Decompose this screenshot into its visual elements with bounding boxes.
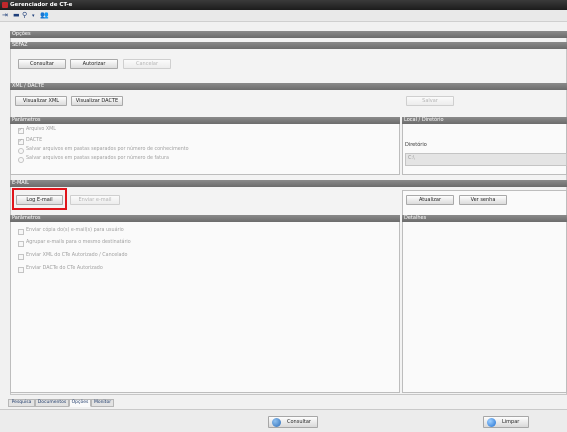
dropdown-arrow-icon[interactable]: ▾ xyxy=(32,13,35,20)
checkbox[interactable] xyxy=(18,138,24,145)
sefaz-autorizar-button[interactable]: Autorizar xyxy=(70,59,118,69)
users-icon[interactable]: 👥 xyxy=(40,12,49,19)
tab-monitor[interactable]: Monitor xyxy=(91,399,114,407)
sefaz-cancelar-button[interactable]: Cancelar xyxy=(123,59,171,69)
radio[interactable] xyxy=(18,148,24,154)
exit-icon[interactable]: ⇥ xyxy=(2,12,8,19)
consultar-icon xyxy=(272,418,281,427)
checkbox[interactable] xyxy=(18,254,24,260)
visualizar-dacte-button[interactable]: Visualizar DACTE xyxy=(71,96,123,106)
option-arquivo-xml[interactable]: Arquivo XML xyxy=(18,127,378,134)
log-email-button[interactable]: Log E-mail xyxy=(16,195,63,205)
app-logo-icon xyxy=(2,2,8,8)
atualizar-button[interactable]: Atualizar xyxy=(406,195,454,205)
option-pastas-conhecimento[interactable]: Salvar arquivos em pastas separados por … xyxy=(18,147,398,154)
window-title: Gerenciador de CT-e xyxy=(10,2,73,8)
ver-senha-button[interactable]: Ver senha xyxy=(459,195,507,205)
option-dacte[interactable]: DACTE xyxy=(18,138,378,145)
checkbox[interactable] xyxy=(18,229,24,235)
tab-opcoes[interactable]: Opções xyxy=(69,399,91,407)
footer-limpar-button[interactable]: Limpar xyxy=(483,416,529,428)
option-pastas-fatura[interactable]: Salvar arquivos em pastas separados por … xyxy=(18,156,398,163)
options-header: Opções xyxy=(10,31,567,38)
sefaz-header: SEFAZ xyxy=(10,42,567,49)
checkbox[interactable] xyxy=(18,241,24,247)
email-header: E-MAIL xyxy=(10,180,567,187)
search-icon[interactable]: ⚲ xyxy=(22,12,27,19)
footer-consultar-button[interactable]: Consultar xyxy=(268,416,318,428)
xml-parametros-header: Parâmetros xyxy=(10,117,400,124)
visualizar-xml-button[interactable]: Visualizar XML xyxy=(15,96,67,106)
checkbox[interactable] xyxy=(18,267,24,273)
detalhes-header: Detalhes xyxy=(402,215,567,222)
option-enviar-copia[interactable]: Enviar cópia do(s) e-mail(s) para usuári… xyxy=(18,228,378,235)
xml-dacte-header: XML / DACTE xyxy=(10,83,567,90)
monitor-icon[interactable]: ▬ xyxy=(13,12,20,19)
enviar-email-button[interactable]: Enviar e-mail xyxy=(70,195,120,205)
radio[interactable] xyxy=(18,157,24,163)
option-enviar-dacte[interactable]: Enviar DACTe do CTe Autorizado xyxy=(18,266,378,273)
sefaz-consultar-button[interactable]: Consultar xyxy=(18,59,66,69)
tab-documentos[interactable]: Documentos xyxy=(35,399,69,407)
title-bar: Gerenciador de CT-e xyxy=(0,0,567,10)
salvar-button[interactable]: Salvar xyxy=(406,96,454,106)
option-agrupar-emails[interactable]: Agrupar e-mails para o mesmo destinatári… xyxy=(18,240,378,247)
option-enviar-xml[interactable]: Enviar XML do CTe Autorizado / Cancelado xyxy=(18,253,378,260)
tab-pesquisa[interactable]: Pesquisa xyxy=(8,399,35,407)
diretorio-input[interactable]: C:\ xyxy=(405,153,567,166)
checkbox[interactable] xyxy=(18,127,24,134)
email-parametros-header: Parâmetros xyxy=(10,215,400,222)
limpar-icon xyxy=(487,418,496,427)
toolbar: ⇥ ▬ ⚲ ▾ 👥 xyxy=(0,10,567,22)
diretorio-label: Diretório xyxy=(405,142,427,148)
local-diretorio-header: Local / Diretório xyxy=(402,117,567,124)
xml-parametros-panel xyxy=(10,117,400,175)
